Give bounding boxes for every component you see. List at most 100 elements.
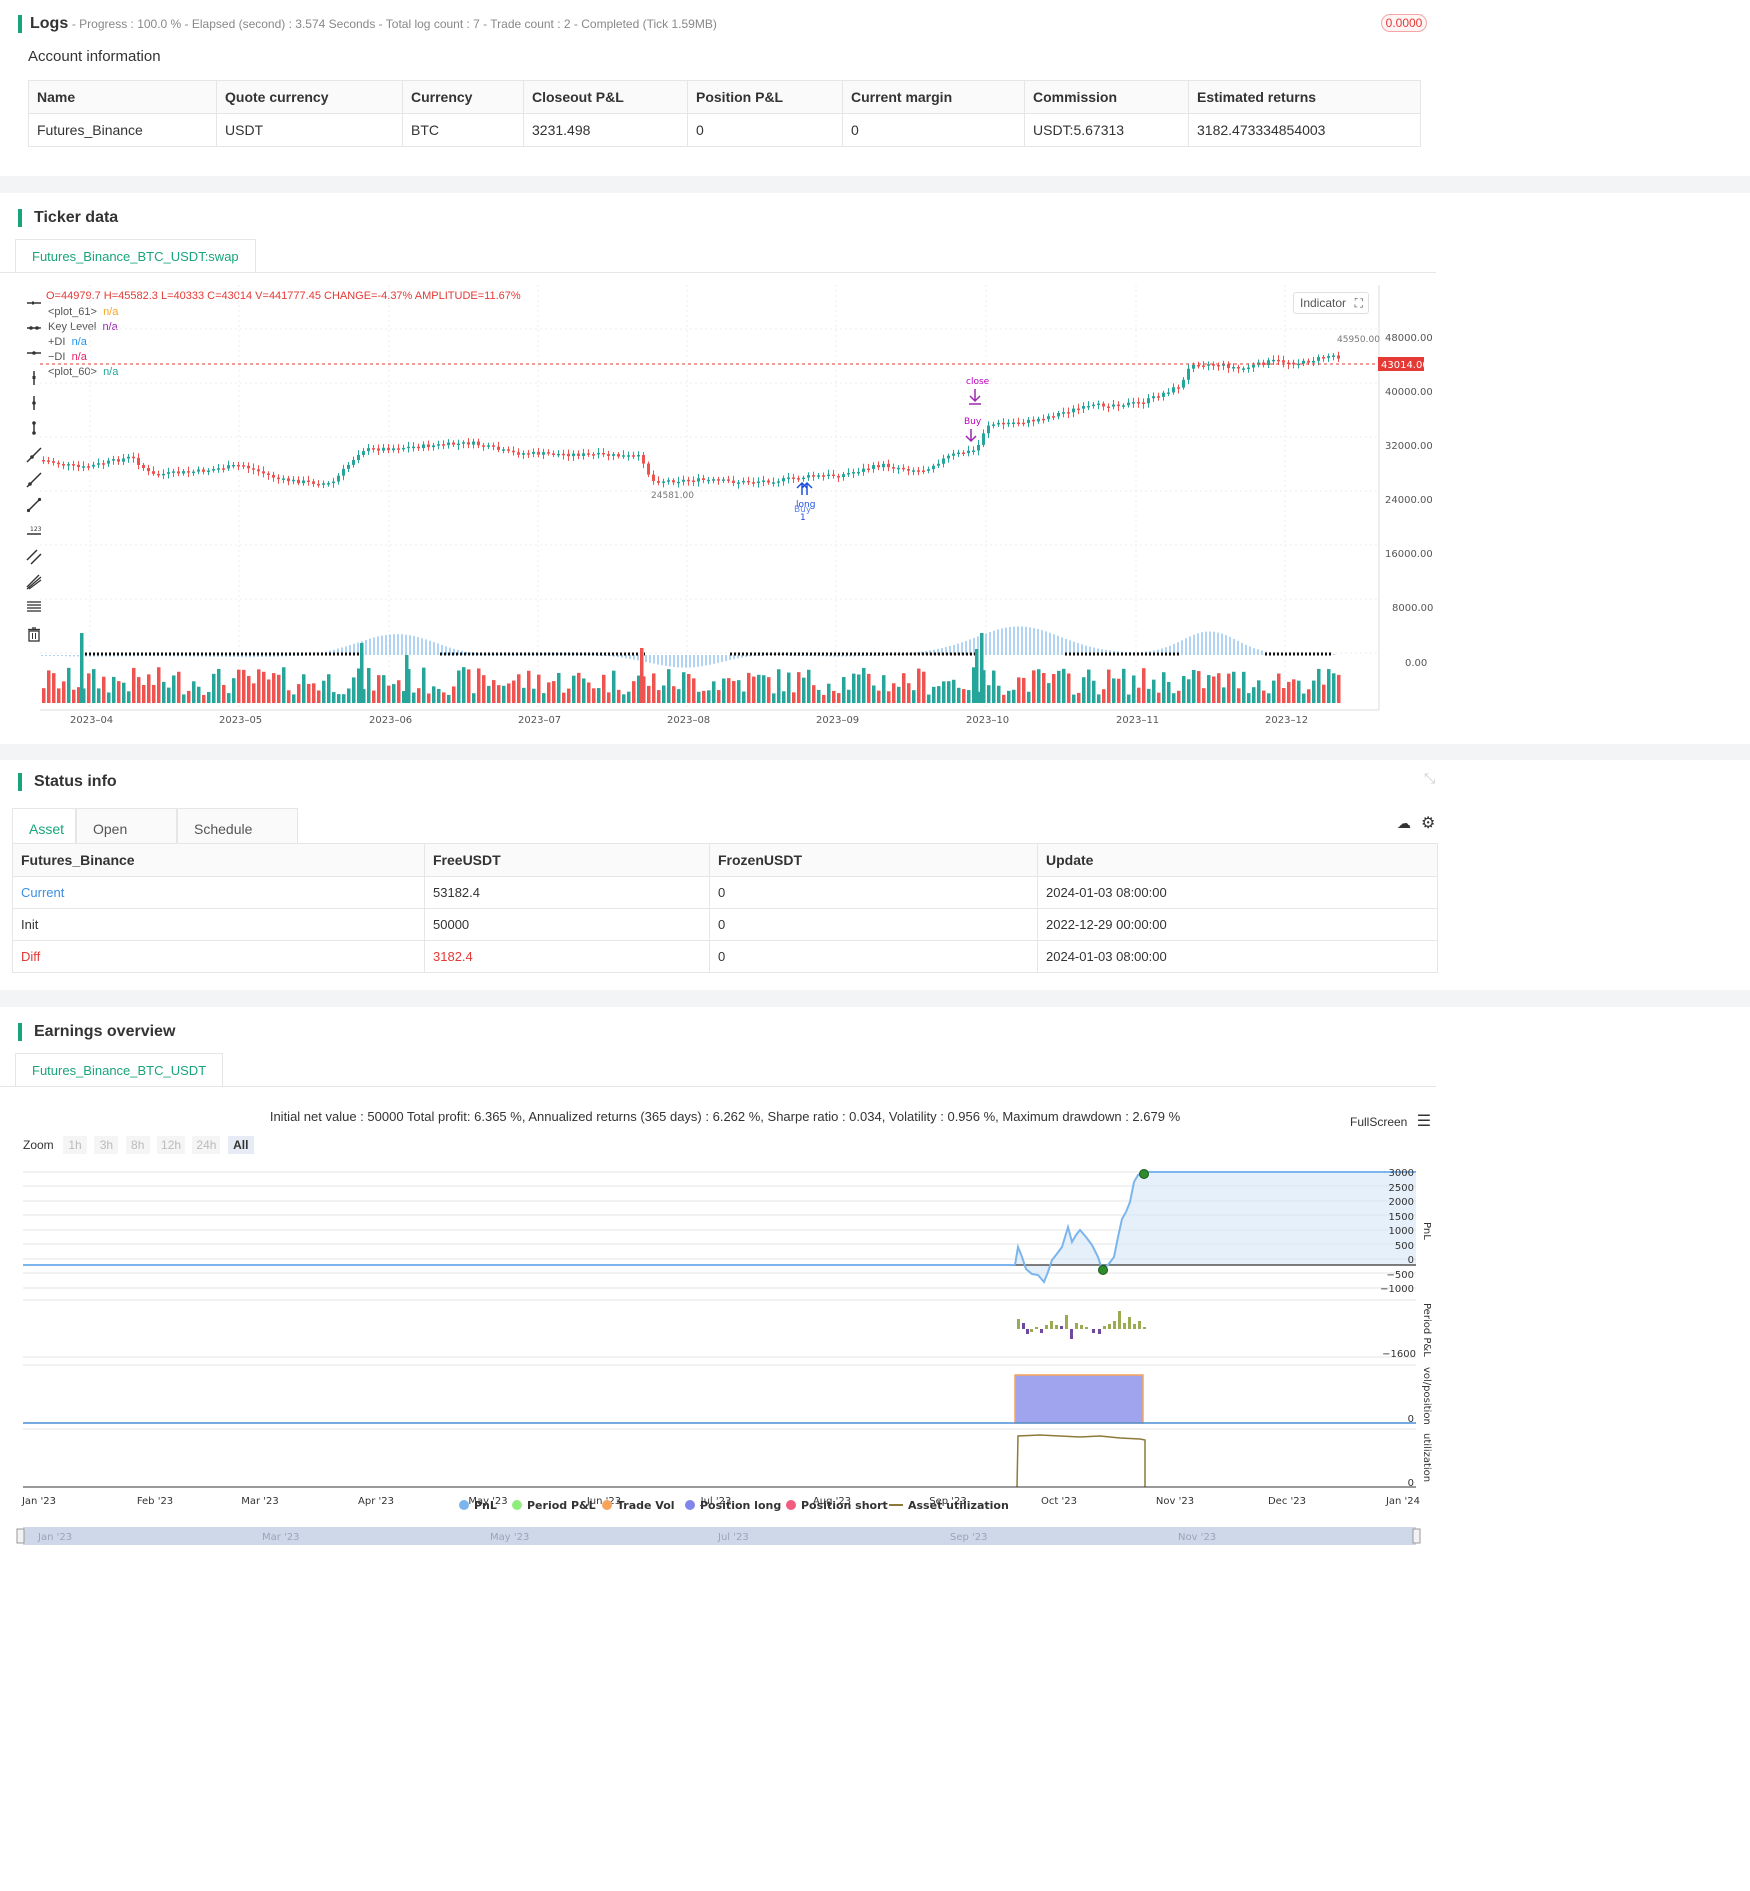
legend-trade-vol[interactable]: Trade Vol xyxy=(617,1499,675,1512)
candle-body xyxy=(1297,363,1300,366)
volume-bar xyxy=(952,679,956,703)
cloud-download-icon[interactable]: ☁ xyxy=(1397,815,1411,832)
time-tick: 2023–07 xyxy=(518,715,561,725)
volume-bar xyxy=(602,674,606,703)
period-pnl-bar xyxy=(1035,1327,1038,1329)
candle-body xyxy=(697,478,700,482)
candle-body xyxy=(522,453,525,455)
candle-body xyxy=(227,465,230,469)
zoom-3h[interactable]: 3h xyxy=(94,1136,119,1154)
gear-icon[interactable]: ⚙ xyxy=(1421,813,1435,833)
collapse-icon[interactable]: ⤡ xyxy=(1424,770,1435,787)
legend-position-short[interactable]: Position short xyxy=(801,1499,888,1512)
candle-body xyxy=(882,463,885,468)
candle-body xyxy=(752,482,755,484)
volume-bar xyxy=(767,677,771,703)
volume-bar xyxy=(72,689,76,703)
volume-bar xyxy=(687,673,691,703)
volume-bar xyxy=(1302,693,1306,703)
pnl-tick: 500 xyxy=(1395,1241,1414,1252)
zoom-all[interactable]: All xyxy=(227,1136,254,1154)
fullscreen-label: FullScreen xyxy=(1350,1115,1408,1129)
candle-body xyxy=(132,456,135,459)
volume-bar xyxy=(1157,692,1161,703)
candle-body xyxy=(397,448,400,450)
volume-bar xyxy=(1097,694,1101,703)
candle-body xyxy=(1217,364,1220,367)
tab-schedule-orders[interactable]: Schedule orders xyxy=(177,808,298,877)
period-pnl-bar xyxy=(1017,1319,1020,1329)
x-tick: Jan '24 xyxy=(1385,1496,1420,1507)
price-tick: 16000.00 xyxy=(1385,549,1433,560)
signal-long-arrows xyxy=(796,481,813,495)
period-pnl-bar xyxy=(1123,1323,1126,1329)
volume-bar xyxy=(712,681,716,703)
tab-open-orders[interactable]: Open orders xyxy=(76,808,177,877)
volume-bar xyxy=(992,670,996,703)
volume-bar xyxy=(587,682,591,703)
cell-estimated-returns: 3182.473334854003 xyxy=(1188,113,1421,147)
volume-bar xyxy=(447,694,451,703)
tab-asset[interactable]: Asset xyxy=(12,808,76,848)
volume-bar xyxy=(1017,677,1021,703)
zoom-12h[interactable]: 12h xyxy=(157,1136,186,1154)
candle-body xyxy=(527,453,530,455)
volume-bar xyxy=(1337,674,1341,703)
tab-ticker-symbol[interactable]: Futures_Binance_BTC_USDT:swap xyxy=(15,239,256,273)
volume-bar xyxy=(1307,689,1311,703)
fullscreen-button[interactable]: FullScreen ☰ xyxy=(1350,1111,1431,1131)
candle-body xyxy=(972,450,975,453)
volume-bar xyxy=(1312,680,1316,703)
volume-bar xyxy=(637,675,641,703)
volume-bar xyxy=(897,686,901,703)
candle-body xyxy=(927,469,930,471)
volume-bar xyxy=(747,672,751,703)
volume-bar xyxy=(242,669,246,703)
asset-table-header: Futures_Binance FreeUSDT FrozenUSDT Upda… xyxy=(12,843,1438,877)
candle-body xyxy=(337,475,340,482)
candle-body xyxy=(262,471,265,474)
price-chart[interactable]: 48000.00 40000.00 32000.00 24000.00 1600… xyxy=(40,285,1440,725)
volume-bar xyxy=(902,673,906,703)
zoom-8h[interactable]: 8h xyxy=(125,1136,150,1154)
volume-bar xyxy=(937,686,941,703)
zoom-24h[interactable]: 24h xyxy=(192,1136,221,1154)
logs-status: - Progress : 100.0 % - Elapsed (second) … xyxy=(71,17,717,31)
volume-bar xyxy=(1007,690,1011,703)
volume-bar xyxy=(1127,694,1131,703)
x-tick: Feb '23 xyxy=(137,1496,173,1507)
navigator-handle-right[interactable] xyxy=(1412,1528,1421,1544)
volume-bar xyxy=(52,673,56,703)
legend-period-pnl[interactable]: Period P&L xyxy=(527,1499,596,1512)
volume-bar xyxy=(837,693,841,703)
candle-body xyxy=(872,465,875,469)
candle-body xyxy=(1107,406,1110,408)
candle-body xyxy=(652,474,655,481)
volume-bar xyxy=(1182,675,1186,703)
period-pnl-bar xyxy=(1070,1329,1073,1339)
candle-body xyxy=(742,480,745,483)
period-pnl-bar xyxy=(1143,1327,1146,1329)
earnings-chart[interactable]: 3000 2500 2000 1500 1000 500 0 −500 −100… xyxy=(0,1157,1450,1557)
navigator-handle-left[interactable] xyxy=(16,1528,25,1544)
zoom-1h[interactable]: 1h xyxy=(63,1136,88,1154)
volume-bar xyxy=(442,692,446,703)
candle-body xyxy=(107,460,110,464)
candle-body xyxy=(1332,355,1335,357)
candle-body xyxy=(252,468,255,470)
candle-body xyxy=(702,478,705,480)
nav-tick: May '23 xyxy=(490,1532,529,1543)
legend-position-long[interactable]: Position long xyxy=(700,1499,781,1512)
tab-earnings-symbol[interactable]: Futures_Binance_BTC_USDT xyxy=(15,1053,224,1087)
candle-body xyxy=(332,481,335,484)
candle-body xyxy=(427,444,430,448)
legend-pnl[interactable]: PnL xyxy=(474,1499,497,1512)
volume-bar xyxy=(972,667,976,703)
candle-body xyxy=(772,482,775,484)
legend-asset-utilization[interactable]: Asset utilization xyxy=(908,1499,1009,1512)
row-current-label[interactable]: Current xyxy=(12,876,425,909)
candle-body xyxy=(402,447,405,450)
volume-bar xyxy=(867,673,871,703)
candle-body xyxy=(77,464,80,468)
candle-body xyxy=(832,474,835,477)
